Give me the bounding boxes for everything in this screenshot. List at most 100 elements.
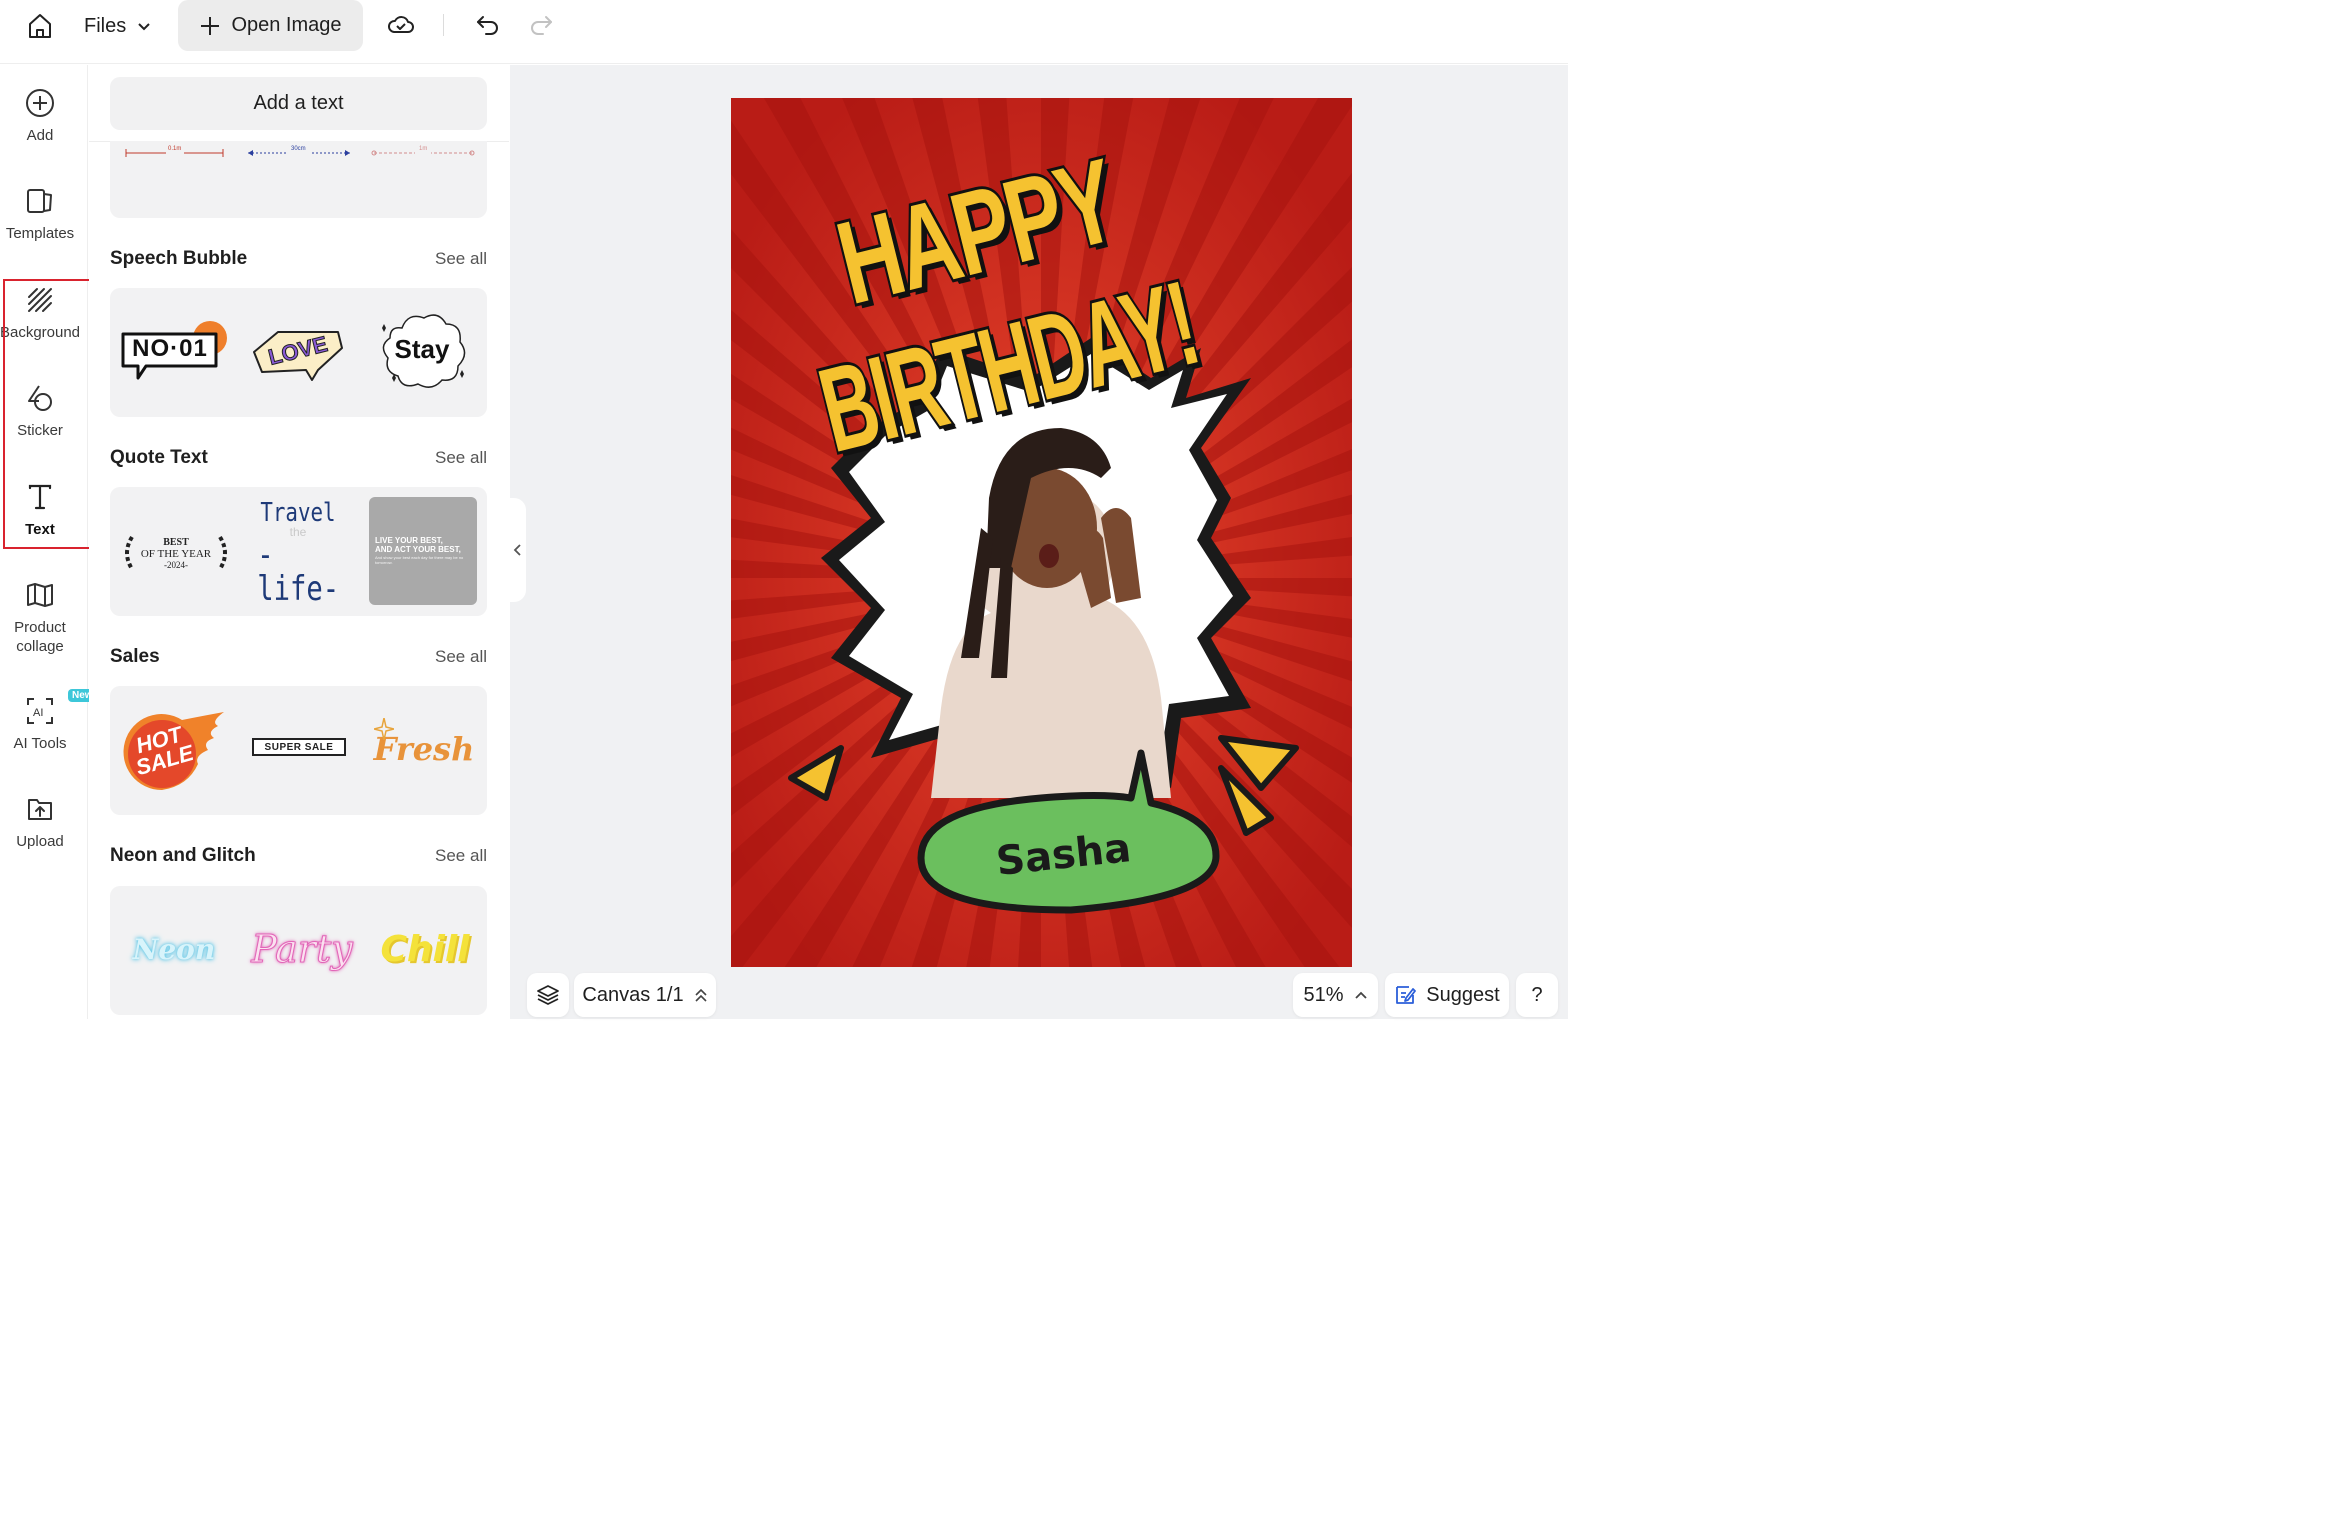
toolbar-divider (443, 14, 444, 36)
rail-label-upload: Upload (16, 833, 64, 850)
rail-item-add[interactable]: Add (0, 87, 80, 146)
layers-icon (537, 985, 559, 1005)
sales-fresh[interactable]: Fresh (372, 714, 476, 784)
redo-button[interactable] (524, 8, 558, 42)
rail-label-sticker: Sticker (17, 422, 63, 439)
section-title-quote-text: Quote Text (110, 447, 208, 468)
text-icon (28, 484, 52, 510)
suggest-label: Suggest (1426, 983, 1500, 1006)
neon-text-neon[interactable]: Neon (122, 924, 226, 974)
quote-text-card: BEST OF THE YEAR -2024- Travel the -life… (110, 487, 487, 616)
laurel-icon (125, 535, 227, 571)
background-icon (28, 288, 52, 312)
zoom-button[interactable]: 51% (1293, 973, 1378, 1017)
plus-icon (201, 16, 220, 35)
section-title-speech-bubble: Speech Bubble (110, 248, 248, 269)
help-button[interactable]: ? (1516, 973, 1558, 1017)
rail-item-text[interactable]: Text (0, 469, 80, 540)
chevron-double-up-icon (695, 988, 707, 1002)
rail-label-text: Text (25, 521, 55, 538)
home-button[interactable] (22, 8, 58, 44)
speech-bubble-stay[interactable]: Stay (372, 308, 472, 398)
rail-item-product-collage[interactable]: Product collage (0, 579, 80, 657)
upload-icon (28, 799, 52, 820)
see-all-quote-text[interactable]: See all (435, 448, 487, 468)
speech-bubble-stay-label: Stay (394, 333, 450, 364)
speech-bubble-no01-label: NO·01 (132, 335, 208, 362)
sales-hot-sale[interactable]: HOT SALE (122, 708, 230, 794)
add-text-button[interactable]: Add a text (110, 77, 487, 130)
see-all-neon-glitch[interactable]: See all (435, 846, 487, 866)
plus-circle-icon (26, 89, 54, 117)
rail-label-background: Background (0, 324, 81, 341)
chevron-down-icon (138, 23, 150, 31)
quote-travel-line1: Travel (260, 498, 336, 528)
quote-travel-life[interactable]: Travel the -life- (248, 500, 348, 606)
left-rail: Add Templates Background Sticker Text Pr… (0, 65, 97, 1019)
rail-label-add: Add (26, 127, 54, 144)
suggest-button[interactable]: Suggest (1385, 973, 1509, 1017)
rail-item-upload[interactable]: Upload (0, 793, 80, 852)
dimension-text-card[interactable]: 0.1m 30cm 1m (110, 141, 487, 218)
dimension-label-1: 0.1m (168, 146, 182, 152)
see-all-speech-bubble[interactable]: See all (435, 249, 487, 269)
sales-super-sale-label: SUPER SALE (264, 741, 334, 753)
suggest-icon (1396, 986, 1417, 1004)
neon-text-party[interactable]: Party (250, 916, 354, 982)
sticker-icon (28, 385, 52, 411)
rail-label-ai-tools: AI Tools (13, 735, 67, 752)
neon-glitch-card: Neon Party Chill (110, 886, 487, 1015)
chill-label: Chill (380, 928, 470, 970)
chevron-left-icon (513, 544, 521, 556)
layers-button[interactable] (527, 973, 569, 1017)
cloud-save-button[interactable] (384, 8, 418, 42)
canvas-page-label: Canvas 1/1 (582, 983, 684, 1006)
templates-icon (27, 189, 52, 213)
quote-live-your-best[interactable]: LIVE YOUR BEST, AND ACT YOUR BEST, And s… (369, 497, 477, 605)
open-image-button[interactable]: Open Image (178, 0, 363, 51)
top-toolbar: Files Open Image (0, 0, 1568, 64)
speech-bubble-love[interactable]: LOVE (248, 318, 348, 383)
quote-live-line3: And show your best each day for there ma… (375, 555, 464, 565)
ai-tools-icon: AI (27, 698, 53, 724)
collage-icon (27, 583, 53, 607)
zoom-value: 51% (1303, 983, 1344, 1006)
neon-label: Neon (132, 932, 216, 966)
birthday-poster[interactable]: HAPPY BIRTHDAY! Sasha (731, 98, 1352, 967)
quote-live-line1: LIVE YOUR BEST, (375, 536, 443, 546)
open-image-label: Open Image (231, 14, 342, 36)
rail-item-sticker[interactable]: Sticker (0, 382, 80, 441)
undo-button[interactable] (471, 8, 505, 42)
files-label: Files (84, 14, 127, 37)
chevron-up-icon (1354, 991, 1367, 999)
sparkle-icon (374, 718, 394, 740)
rail-item-background[interactable]: Background (0, 284, 80, 343)
quote-live-line2: AND ACT YOUR BEST, (375, 545, 461, 555)
rail-label-templates: Templates (5, 225, 75, 242)
dimension-label-2: 30cm (291, 146, 306, 152)
files-menu[interactable]: Files (84, 8, 152, 44)
see-all-sales[interactable]: See all (435, 647, 487, 667)
svg-text:AI: AI (33, 707, 43, 719)
section-title-neon-glitch: Neon and Glitch (110, 845, 256, 866)
speech-bubble-no01[interactable]: NO·01 (118, 316, 230, 386)
home-icon (29, 14, 51, 38)
cloud-check-icon (388, 16, 414, 33)
quote-travel-line3: -life- (257, 535, 339, 609)
redo-icon (531, 16, 552, 35)
sales-card: HOT SALE SUPER SALE Fresh (110, 686, 487, 815)
rail-label-product-collage: Product collage (14, 619, 66, 655)
text-panel: Add a text 0.1m 30cm 1m Speech Bubble Se… (89, 65, 509, 1019)
speech-bubble-card: NO·01 LOVE Stay (110, 288, 487, 417)
rail-item-ai-tools[interactable]: AI New AI Tools (0, 689, 97, 754)
section-title-sales: Sales (110, 646, 160, 667)
quote-best-of-year[interactable]: BEST OF THE YEAR -2024- (118, 515, 234, 591)
help-label: ? (1531, 983, 1543, 1006)
canvas-pages-button[interactable]: Canvas 1/1 (574, 973, 716, 1017)
sales-super-sale[interactable]: SUPER SALE (252, 738, 346, 756)
collapse-panel-button[interactable] (510, 498, 526, 602)
rail-item-templates[interactable]: Templates (0, 185, 80, 244)
neon-text-chill[interactable]: Chill (372, 920, 478, 978)
dimension-label-3: 1m (419, 146, 428, 152)
party-label: Party (251, 927, 353, 972)
